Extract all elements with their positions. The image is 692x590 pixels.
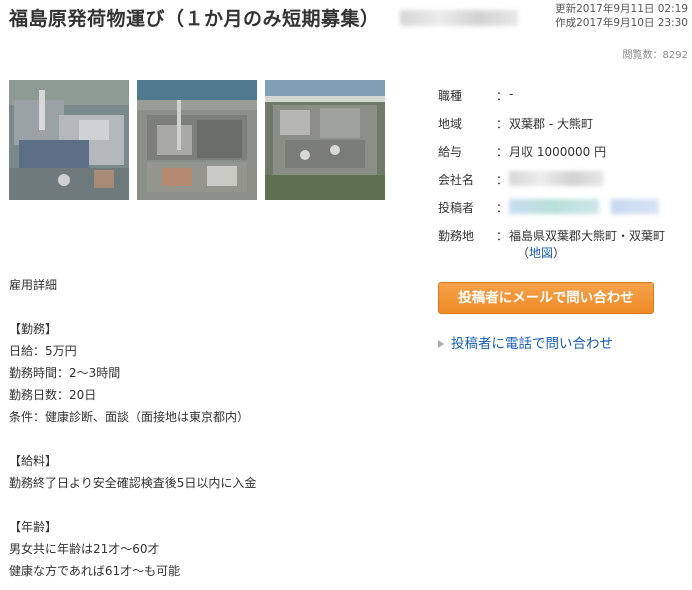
salary-value: 月収 1000000 円	[509, 145, 607, 159]
poster-label: 投稿者	[438, 201, 475, 215]
poster-value[interactable]	[509, 199, 659, 217]
work-days: 勤務日数：20日	[9, 388, 97, 402]
map-paren-open: （	[517, 246, 530, 260]
blurred-poster-name[interactable]	[509, 199, 599, 214]
salary-label: 給与	[438, 145, 463, 159]
area-value: 双葉郡 - 大熊町	[509, 117, 593, 131]
view-count: 閲覧数：8292	[622, 50, 688, 61]
colon: ：	[496, 229, 509, 243]
colon: ：	[496, 117, 509, 131]
work-hours: 勤務時間：2〜3時間	[9, 366, 121, 380]
pay-text: 勤務終了日より安全確認検査後5日以内に入金	[9, 476, 257, 490]
work-heading: 【勤務】	[9, 322, 58, 336]
phone-contact-link[interactable]: 投稿者に電話で問い合わせ	[438, 332, 613, 352]
age-text-1: 男女共に年齢は21才〜60才	[9, 542, 160, 556]
triangle-right-icon	[438, 340, 444, 348]
conditions: 条件：健康診断、面談（面接地は東京都内）	[9, 410, 250, 424]
post-dates: 更新2017年9月11日 02:19 作成2017年9月10日 23:30	[555, 2, 688, 30]
blurred-company-name	[509, 171, 604, 186]
photo-1[interactable]	[9, 80, 129, 200]
company-value	[509, 171, 604, 189]
daily-pay: 日給：5万円	[9, 344, 77, 358]
area-label: 地域	[438, 117, 463, 131]
company-label: 会社名	[438, 173, 475, 187]
mail-contact-button[interactable]: 投稿者にメールで問い合わせ	[438, 282, 654, 314]
page-title: 福島原発荷物運び（１か月のみ短期募集）	[9, 8, 380, 30]
updated-date: 更新2017年9月11日 02:19	[555, 3, 688, 15]
colon: ：	[496, 173, 509, 187]
colon: ：	[496, 145, 509, 159]
map-paren-close: ）	[553, 246, 566, 260]
employment-details: 雇用詳細 【勤務】 日給：5万円 勤務時間：2〜3時間 勤務日数：20日 条件：…	[9, 274, 256, 582]
blurred-title-suffix	[400, 10, 518, 26]
location-value: 福島県双葉郡大熊町・双葉町 （地図）	[509, 227, 665, 261]
age-heading: 【年齢】	[9, 520, 58, 534]
created-date: 作成2017年9月10日 23:30	[555, 17, 688, 29]
job-type-value: -	[509, 87, 514, 101]
details-heading: 雇用詳細	[9, 278, 58, 292]
location-label: 勤務地	[438, 229, 475, 243]
colon: ：	[496, 89, 509, 103]
photo-3[interactable]	[265, 80, 385, 200]
map-link[interactable]: 地図	[529, 246, 553, 260]
age-text-2: 健康な方であれば61才〜も可能	[9, 564, 181, 578]
phone-contact-label[interactable]: 投稿者に電話で問い合わせ	[451, 336, 613, 352]
location-text: 福島県双葉郡大熊町・双葉町	[509, 229, 666, 243]
blurred-poster-extra[interactable]	[611, 199, 659, 214]
photo-2[interactable]	[137, 80, 257, 200]
job-type-label: 職種	[438, 89, 463, 103]
colon: ：	[496, 201, 509, 215]
pay-heading: 【給料】	[9, 454, 58, 468]
